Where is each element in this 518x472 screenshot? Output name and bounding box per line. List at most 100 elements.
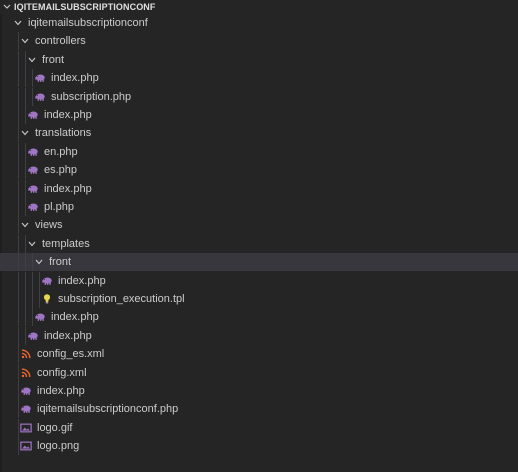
tree-file-index-php[interactable]: index.php (0, 308, 518, 327)
indent-guide (25, 271, 26, 290)
explorer-section-title: IQITEMAILSUBSCRIPTIONCONF (14, 2, 156, 12)
elephant-icon (26, 143, 40, 161)
tree-folder-templates[interactable]: templates (0, 234, 518, 253)
tree-folder-front[interactable]: front (0, 50, 518, 69)
indent-guide (18, 418, 19, 437)
chevron-down-icon (35, 259, 43, 265)
indent-guide (25, 142, 26, 161)
elephant-icon (40, 272, 54, 290)
tree-item-label: templates (42, 237, 90, 250)
indent-guide (18, 345, 19, 364)
indent-guide (25, 69, 26, 88)
tree-item-label: translations (35, 127, 92, 140)
indent-guide (25, 253, 26, 272)
tree-item-label: controllers (35, 35, 86, 48)
rss-icon (19, 364, 33, 382)
tree-item-label: subscription_execution.tpl (58, 293, 185, 305)
indent-guide (25, 308, 26, 327)
indent-guide (18, 142, 19, 161)
tree-file-index-php[interactable]: index.php (0, 271, 518, 290)
tree-item-label: index.php (44, 109, 92, 121)
indent-guide (18, 179, 19, 198)
tree-folder-views[interactable]: views (0, 216, 518, 235)
indent-guide (32, 69, 33, 88)
tree-item-label: index.php (44, 182, 92, 195)
elephant-icon (26, 327, 40, 345)
tree-item-label: front (49, 256, 72, 269)
tree-file-logo-gif[interactable]: logo.gif (0, 418, 518, 437)
tree-file-pl-php[interactable]: pl.php (0, 198, 518, 216)
indent-guide (18, 271, 19, 290)
elephant-icon (26, 198, 40, 216)
indent-guide (25, 290, 26, 308)
tree-item-label: logo.png (37, 440, 80, 453)
indent-guide (18, 308, 19, 327)
indent-guide (32, 290, 33, 308)
chevron-down-icon (28, 57, 36, 63)
indent-guide (32, 87, 33, 106)
indent-guide (18, 50, 19, 69)
indent-guide (25, 161, 26, 180)
tree-file-index-php[interactable]: index.php (0, 106, 518, 124)
tree-file-logo-png[interactable]: logo.png (0, 437, 518, 456)
tree-file-iqitemailsubscriptionconf-php[interactable]: iqitemailsubscriptionconf.php (0, 400, 518, 419)
tree-folder-front[interactable]: front (0, 253, 518, 272)
tree-item-label: pl.php (44, 201, 74, 213)
tree-item-label: logo.gif (37, 421, 73, 434)
tree-item-label: config.xml (37, 366, 87, 379)
chevron-down-icon (21, 223, 29, 228)
tree-file-subscription-execution-tpl[interactable]: subscription_execution.tpl (0, 290, 518, 308)
tree-item-label: views (35, 219, 63, 232)
indent-guide (39, 290, 40, 308)
tree-folder-translations[interactable]: translations (0, 124, 518, 143)
tree-file-index-php[interactable]: index.php (0, 179, 518, 198)
tree-file-config-es-xml[interactable]: config_es.xml (0, 345, 518, 364)
tree-file-subscription-php[interactable]: subscription.php (0, 87, 518, 106)
indent-guide (39, 271, 40, 290)
indent-guide (18, 326, 19, 345)
indent-guide (25, 50, 26, 69)
indent-guide (18, 87, 19, 106)
indent-guide (18, 437, 19, 456)
indent-guide (18, 161, 19, 180)
elephant-icon (33, 88, 47, 106)
elephant-icon (26, 106, 40, 124)
tree-folder-controllers[interactable]: controllers (0, 32, 518, 51)
tree-file-es-php[interactable]: es.php (0, 161, 518, 180)
chevron-down-icon (14, 20, 22, 26)
tree-item-label: front (42, 53, 65, 66)
chevron-down-icon (3, 4, 11, 9)
tree-item-label: index.php (37, 385, 85, 397)
explorer-section-header[interactable]: IQITEMAILSUBSCRIPTIONCONF (0, 0, 518, 14)
tree-file-config-xml[interactable]: config.xml (0, 363, 518, 382)
indent-guide (18, 290, 19, 308)
indent-guide (32, 308, 33, 327)
indent-guide (18, 198, 19, 216)
tree-file-index-php[interactable]: index.php (0, 326, 518, 345)
tree-item-label: index.php (44, 329, 92, 342)
tree-file-index-php[interactable]: index.php (0, 382, 518, 400)
tree-item-label: index.php (51, 72, 99, 85)
tree-item-label: iqitemailsubscriptionconf.php (37, 403, 179, 416)
chevron-down-icon (21, 39, 29, 44)
tree-item-label: es.php (44, 164, 78, 177)
indent-guide (25, 106, 26, 124)
tree-item-label: en.php (44, 145, 78, 158)
tree-item-label: config_es.xml (37, 348, 105, 361)
indent-guide (18, 400, 19, 419)
indent-guide (18, 32, 19, 51)
indent-guide (25, 87, 26, 106)
tree-folder-iqitemailsubscriptionconf[interactable]: iqitemailsubscriptionconf (0, 14, 518, 32)
indent-guide (25, 234, 26, 253)
tree-item-label: index.php (58, 274, 106, 287)
tree-file-index-php[interactable]: index.php (0, 69, 518, 88)
elephant-icon (19, 382, 33, 400)
indent-guide (25, 198, 26, 216)
indent-guide (18, 363, 19, 382)
elephant-icon (26, 161, 40, 179)
tree-item-label: subscription.php (51, 90, 132, 103)
indent-guide (32, 271, 33, 290)
indent-guide (18, 382, 19, 400)
tree-file-en-php[interactable]: en.php (0, 142, 518, 161)
elephant-icon (33, 69, 47, 87)
